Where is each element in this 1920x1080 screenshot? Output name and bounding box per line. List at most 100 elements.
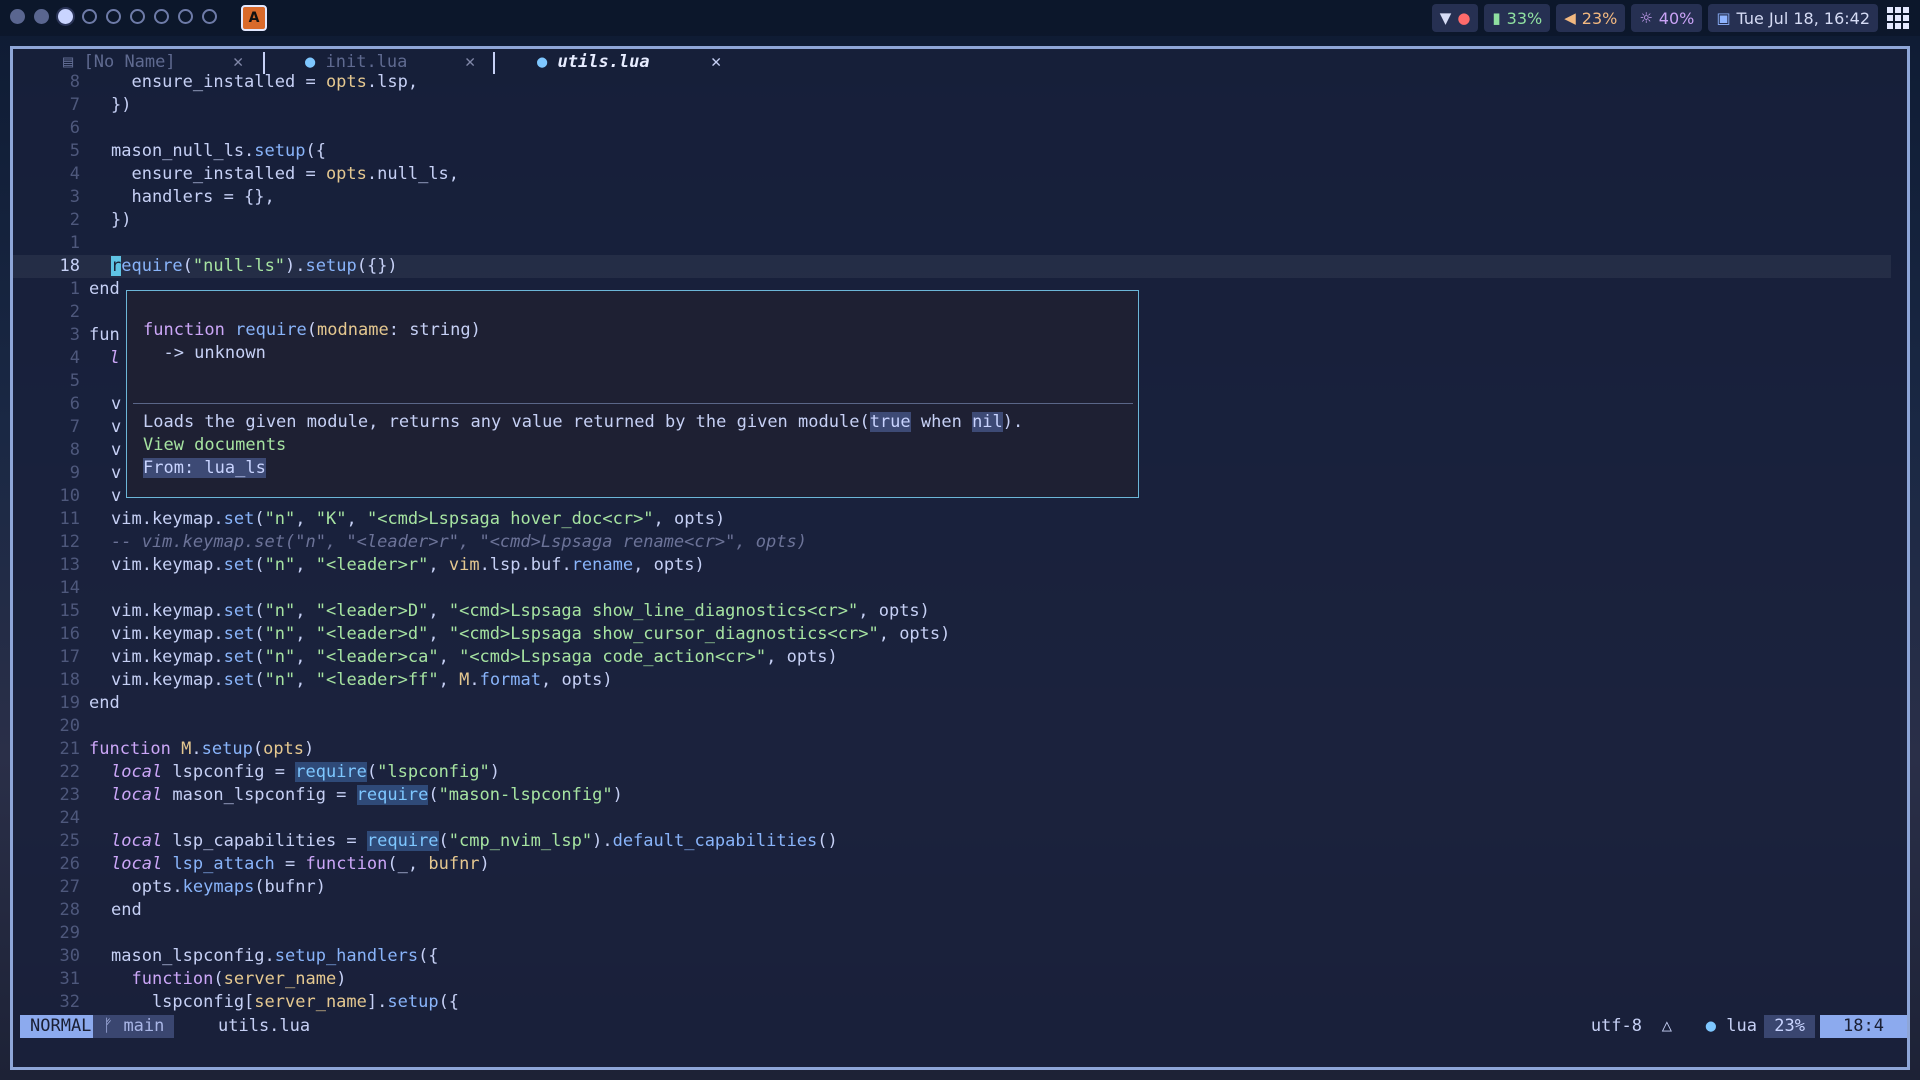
line-number: 6	[69, 394, 80, 414]
network-widget[interactable]: ▼ ●	[1431, 4, 1479, 32]
param-type: string	[409, 320, 471, 340]
code-text: vim.keymap.set("n", "<leader>r", vim.lsp…	[111, 555, 705, 575]
line-number: 16	[59, 624, 80, 644]
code-line[interactable]: 20	[13, 715, 1891, 738]
code-text: vim.keymap.set("n", "<leader>ca", "<cmd>…	[111, 647, 838, 667]
battery-level: 33%	[1506, 8, 1543, 28]
code-text: end	[89, 279, 120, 299]
line-number: 2	[69, 302, 80, 322]
hover-description: Loads the given module, returns any valu…	[143, 411, 1023, 434]
code-line[interactable]: 17 vim.keymap.set("n", "<leader>ca", "<cm…	[13, 646, 1891, 669]
wifi-icon: ▼	[1439, 9, 1452, 27]
system-tray: ▼ ● ▮ 33% ◀ 23% ☼ 40% ▣ Tue Jul 18, 16:4…	[1431, 4, 1912, 32]
line-number: 28	[59, 900, 80, 920]
git-branch-icon: ᚠ	[103, 1016, 114, 1036]
workspace-9[interactable]	[202, 9, 217, 24]
code-text: v	[111, 440, 122, 460]
code-line[interactable]: 24	[13, 807, 1891, 830]
line-number: 19	[59, 693, 80, 713]
volume-level: 23%	[1581, 8, 1618, 28]
lua-icon: ●	[537, 52, 548, 72]
code-line[interactable]: 12 -- vim.keymap.set("n", "<leader>r", "<…	[13, 531, 1891, 554]
line-number: 3	[69, 325, 80, 345]
battery-widget[interactable]: ▮ 33%	[1484, 4, 1551, 32]
terminal-window: ▤ [No Name] ✕ ● init.lua ✕ ● utils.lua ✕…	[10, 46, 1910, 1070]
line-number: 18	[59, 256, 80, 276]
code-line[interactable]: 18 require("null-ls").setup({})	[13, 255, 1891, 278]
code-line[interactable]: 22 local lspconfig = require("lspconfig")	[13, 761, 1891, 784]
code-line[interactable]: 4 ensure_installed = opts.null_ls,	[13, 163, 1891, 186]
brightness-widget[interactable]: ☼ 40%	[1631, 4, 1703, 32]
code-text: vim.keymap.set("n", "<leader>ff", M.form…	[111, 670, 613, 690]
code-line[interactable]: 21 function M.setup(opts)	[13, 738, 1891, 761]
filetype-text: lua	[1716, 1016, 1757, 1036]
line-number: 17	[59, 647, 80, 667]
line-number: 6	[69, 118, 80, 138]
code-line[interactable]: 15 vim.keymap.set("n", "<leader>D", "<cmd…	[13, 600, 1891, 623]
line-number: 32	[59, 992, 80, 1012]
code-line[interactable]: 2})	[13, 209, 1891, 232]
lua-icon: ●	[305, 52, 316, 72]
workspace-1[interactable]	[10, 9, 25, 24]
code-line[interactable]: 13 vim.keymap.set("n", "<leader>r", vim.l…	[13, 554, 1891, 577]
code-line[interactable]: 30 mason_lspconfig.setup_handlers({	[13, 945, 1891, 968]
code-text: handlers = {},	[111, 187, 275, 207]
code-text: fun	[89, 325, 120, 345]
code-text: function(server_name)	[131, 969, 347, 989]
code-line[interactable]: 28 end	[13, 899, 1891, 922]
arch-app-icon[interactable]: A	[241, 5, 267, 31]
code-text: local mason_lspconfig = require("mason-l…	[111, 785, 623, 805]
status-line: NORMAL ᚠ main utils.lua utf-8 △ ● lua 23…	[13, 1015, 1907, 1038]
workspace-3[interactable]	[58, 9, 73, 24]
code-text: ensure_installed = opts.null_ls,	[111, 164, 460, 184]
code-line[interactable]: 27 opts.keymaps(bufnr)	[13, 876, 1891, 899]
line-number: 20	[59, 716, 80, 736]
code-text: mason_lspconfig.setup_handlers({	[111, 946, 439, 966]
workspace-8[interactable]	[178, 9, 193, 24]
code-line[interactable]: 11 vim.keymap.set("n", "K", "<cmd>Lspsaga…	[13, 508, 1891, 531]
code-line[interactable]: 1	[13, 232, 1891, 255]
code-line[interactable]: 5 mason_null_ls.setup({	[13, 140, 1891, 163]
app-grid-icon[interactable]	[1884, 4, 1912, 32]
code-text: lspconfig[server_name].setup({	[111, 992, 460, 1012]
desc-text: Loads the given module, returns any valu…	[143, 412, 870, 432]
line-number: 18	[59, 670, 80, 690]
code-line[interactable]: 16 vim.keymap.set("n", "<leader>d", "<cmd…	[13, 623, 1891, 646]
code-line[interactable]: 23 local mason_lspconfig = require("mason…	[13, 784, 1891, 807]
line-number: 30	[59, 946, 80, 966]
workspace-7[interactable]	[154, 9, 169, 24]
linux-icon: △	[1661, 1016, 1672, 1036]
code-line[interactable]: 29	[13, 922, 1891, 945]
code-text: vim.keymap.set("n", "<leader>d", "<cmd>L…	[111, 624, 951, 644]
workspace-6[interactable]	[130, 9, 145, 24]
git-branch[interactable]: ᚠ main	[93, 1015, 175, 1038]
clock-widget[interactable]: ▣ Tue Jul 18, 16:42	[1708, 4, 1878, 32]
line-number: 7	[69, 417, 80, 437]
code-line[interactable]: 19 end	[13, 692, 1891, 715]
fn-name: require	[235, 320, 307, 340]
volume-widget[interactable]: ◀ 23%	[1556, 4, 1626, 32]
clock-text: Tue Jul 18, 16:42	[1736, 8, 1870, 28]
code-line[interactable]: 3 handlers = {},	[13, 186, 1891, 209]
code-line[interactable]: 25 local lsp_capabilities = require("cmp_…	[13, 830, 1891, 853]
line-number: 1	[69, 279, 80, 299]
workspace-5[interactable]	[106, 9, 121, 24]
code-line[interactable]: 8 ensure_installed = opts.lsp,	[13, 71, 1891, 94]
code-line[interactable]: 31 function(server_name)	[13, 968, 1891, 991]
code-text: })	[111, 210, 132, 230]
code-text: })	[111, 95, 132, 115]
code-line[interactable]: 14	[13, 577, 1891, 600]
line-number: 14	[59, 578, 80, 598]
code-line[interactable]: 6	[13, 117, 1891, 140]
line-number: 25	[59, 831, 80, 851]
code-line[interactable]: 32 lspconfig[server_name].setup({	[13, 991, 1891, 1014]
code-line[interactable]: 26 local lsp_attach = function(_, bufnr)	[13, 853, 1891, 876]
code-line[interactable]: 18 vim.keymap.set("n", "<leader>ff", M.fo…	[13, 669, 1891, 692]
code-line[interactable]: 7})	[13, 94, 1891, 117]
keyword: function	[143, 320, 225, 340]
line-number: 27	[59, 877, 80, 897]
workspace-2[interactable]	[34, 9, 49, 24]
line-number: 23	[59, 785, 80, 805]
workspace-4[interactable]	[82, 9, 97, 24]
view-documents-link[interactable]: View documents	[143, 434, 286, 457]
